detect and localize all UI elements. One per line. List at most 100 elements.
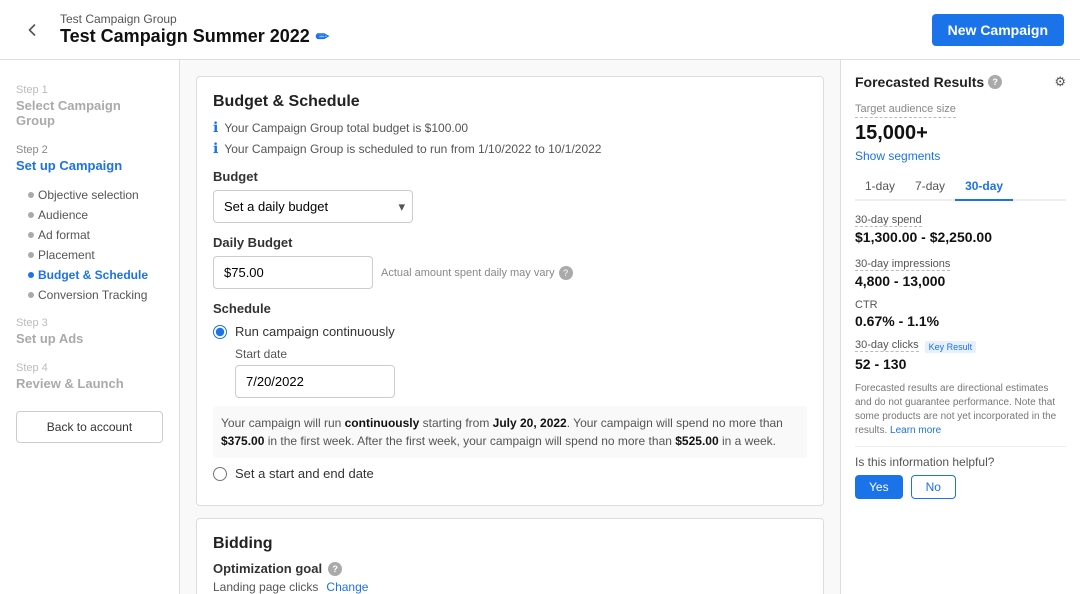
daily-budget-input[interactable]	[213, 256, 373, 289]
edit-icon[interactable]: ✏	[316, 27, 329, 47]
radio-continuous[interactable]: Run campaign continuously	[213, 324, 807, 339]
spend-metric: 30-day spend $1,300.00 - $2,250.00	[855, 211, 1066, 245]
header-left: Test Campaign Group Test Campaign Summer…	[16, 12, 329, 47]
impressions-label: 30-day impressions	[855, 258, 950, 271]
step3-title: Set up Ads	[16, 331, 163, 346]
radio-start-end[interactable]: Set a start and end date	[213, 466, 807, 481]
clicks-label: 30-day clicks	[855, 339, 919, 352]
learn-more-link[interactable]: Learn more	[890, 425, 941, 436]
info-icon-2: ℹ	[213, 140, 218, 157]
step1-block: Step 1 Select Campaign Group	[0, 76, 179, 136]
start-date-label: Start date	[235, 347, 807, 361]
daily-budget-group: Actual amount spent daily may vary ?	[213, 256, 807, 289]
sidebar-item-audience[interactable]: Audience	[28, 205, 163, 225]
campaign-name: Test Campaign Summer 2022 ✏	[60, 26, 329, 47]
header-titles: Test Campaign Group Test Campaign Summer…	[60, 12, 329, 47]
bullet-icon	[28, 252, 34, 258]
budget-schedule-title: Budget & Schedule	[213, 93, 807, 111]
new-campaign-button[interactable]: New Campaign	[932, 14, 1064, 46]
sidebar-item-budget[interactable]: Budget & Schedule	[28, 265, 163, 285]
sidebar-item-conversion[interactable]: Conversion Tracking	[28, 285, 163, 305]
sidebar-item-placement[interactable]: Placement	[28, 245, 163, 265]
radio-continuous-input[interactable]	[213, 325, 227, 339]
ctr-value: 0.67% - 1.1%	[855, 313, 1066, 329]
step3-label: Step 3	[16, 317, 163, 329]
helpful-text: Is this information helpful?	[855, 455, 1066, 469]
bullet-active-icon	[28, 272, 34, 278]
sidebar-item-adformat[interactable]: Ad format	[28, 225, 163, 245]
change-link[interactable]: Change	[326, 580, 368, 594]
sidebar: Step 1 Select Campaign Group Step 2 Set …	[0, 60, 180, 594]
tab-30day[interactable]: 30-day	[955, 173, 1013, 201]
bidding-title: Bidding	[213, 535, 807, 553]
forecast-note-text: Forecasted results are directional estim…	[855, 383, 1056, 436]
forecast-note: Forecasted results are directional estim…	[855, 382, 1066, 438]
clicks-metric: 30-day clicks Key Result 52 - 130	[855, 339, 1066, 372]
daily-budget-note: Actual amount spent daily may vary ?	[381, 266, 573, 280]
back-button[interactable]	[16, 14, 48, 46]
budget-schedule-card: Budget & Schedule ℹ Your Campaign Group …	[196, 76, 824, 506]
audience-size: 15,000+	[855, 122, 1066, 145]
yes-button[interactable]: Yes	[855, 475, 903, 499]
step1-label: Step 1	[16, 84, 163, 96]
campaign-name-text: Test Campaign Summer 2022	[60, 26, 310, 47]
clicks-row: 30-day clicks Key Result	[855, 339, 1066, 354]
step3-block: Step 3 Set up Ads	[0, 309, 179, 354]
step1-title: Select Campaign Group	[16, 98, 163, 128]
ctr-metric: CTR 0.67% - 1.1%	[855, 299, 1066, 329]
forecast-info-icon[interactable]: ?	[988, 75, 1002, 89]
sidebar-item-objective[interactable]: Objective selection	[28, 185, 163, 205]
step2-block: Step 2 Set up Campaign	[0, 136, 179, 181]
forecast-header: Forecasted Results ? ⚙	[855, 74, 1066, 90]
schedule-label: Schedule	[213, 301, 807, 316]
forecast-title: Forecasted Results ?	[855, 74, 1002, 90]
helpful-row: Is this information helpful? Yes No	[855, 446, 1066, 499]
show-segments-link[interactable]: Show segments	[855, 149, 1066, 163]
radio-continuous-label: Run campaign continuously	[235, 324, 395, 339]
tab-1day[interactable]: 1-day	[855, 173, 905, 201]
radio-start-end-input[interactable]	[213, 467, 227, 481]
lp-clicks-row: Landing page clicks Change	[213, 580, 807, 594]
start-date-wrap: Start date	[235, 347, 807, 398]
right-panel: Forecasted Results ? ⚙ Target audience s…	[840, 60, 1080, 594]
impressions-value: 4,800 - 13,000	[855, 273, 1066, 289]
info-text-1: Your Campaign Group total budget is $100…	[224, 121, 468, 135]
clicks-value: 52 - 130	[855, 356, 1066, 372]
main-layout: Step 1 Select Campaign Group Step 2 Set …	[0, 60, 1080, 594]
back-to-account-button[interactable]: Back to account	[16, 411, 163, 443]
campaign-run-note: Your campaign will run continuously star…	[213, 406, 807, 458]
gear-icon[interactable]: ⚙	[1054, 74, 1066, 90]
campaign-group-label: Test Campaign Group	[60, 12, 329, 26]
helpful-buttons: Yes No	[855, 475, 1066, 499]
bullet-icon	[28, 212, 34, 218]
bullet-icon	[28, 292, 34, 298]
bullet-icon	[28, 232, 34, 238]
step4-block: Step 4 Review & Launch	[0, 354, 179, 399]
info-icon-1: ℹ	[213, 119, 218, 136]
step4-label: Step 4	[16, 362, 163, 374]
start-date-input[interactable]	[235, 365, 395, 398]
day-tabs: 1-day 7-day 30-day	[855, 173, 1066, 201]
header: Test Campaign Group Test Campaign Summer…	[0, 0, 1080, 60]
radio-start-end-label: Set a start and end date	[235, 466, 374, 481]
content-area: Budget & Schedule ℹ Your Campaign Group …	[180, 60, 1080, 594]
daily-budget-info-icon[interactable]: ?	[559, 266, 573, 280]
daily-budget-note-text: Actual amount spent daily may vary	[381, 267, 555, 279]
no-button[interactable]: No	[911, 475, 956, 499]
audience-label: Target audience size	[855, 103, 956, 118]
center-panel: Budget & Schedule ℹ Your Campaign Group …	[180, 60, 840, 594]
budget-dropdown-wrap: Set a daily budget ▾	[213, 190, 413, 223]
lp-clicks-label: Landing page clicks	[213, 580, 318, 594]
forecast-title-text: Forecasted Results	[855, 74, 984, 90]
budget-type-select[interactable]: Set a daily budget	[213, 190, 413, 223]
step4-title: Review & Launch	[16, 376, 163, 391]
step2-title: Set up Campaign	[16, 158, 163, 173]
tab-7day[interactable]: 7-day	[905, 173, 955, 201]
info-row-2: ℹ Your Campaign Group is scheduled to ru…	[213, 140, 807, 157]
spend-value: $1,300.00 - $2,250.00	[855, 229, 1066, 245]
spend-label: 30-day spend	[855, 214, 922, 227]
opt-goal-info-icon[interactable]: ?	[328, 562, 342, 576]
info-row-1: ℹ Your Campaign Group total budget is $1…	[213, 119, 807, 136]
info-text-2: Your Campaign Group is scheduled to run …	[224, 142, 601, 156]
step2-label: Step 2	[16, 144, 163, 156]
